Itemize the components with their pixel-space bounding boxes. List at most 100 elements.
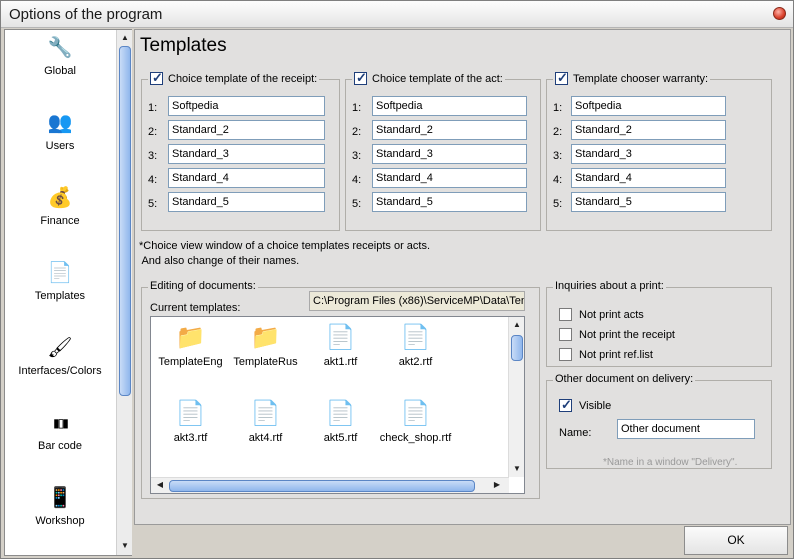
warranty-template-field-3[interactable]: Standard_3 (571, 144, 726, 164)
rtf-document-icon: 📄 (250, 400, 281, 427)
scroll-down-icon[interactable]: ▼ (511, 463, 523, 475)
sidebar-item-templates[interactable]: 📄 Templates (5, 260, 115, 302)
scroll-down-icon[interactable]: ▼ (119, 540, 131, 552)
scroll-up-icon[interactable]: ▲ (119, 32, 131, 44)
sidebar-item-interfaces-colors[interactable]: 🖌 Interfaces/Colors (5, 335, 115, 377)
inquiries-print-group: Inquiries about a print: Not print acts … (546, 280, 772, 367)
templates-path-field[interactable]: C:\Program Files (x86)\ServiceMP\Data\Te… (309, 291, 525, 311)
warranty-template-group: Template chooser warranty: 1: Softpedia … (546, 70, 772, 231)
act-template-legend: Choice template of the act: (352, 70, 505, 86)
scrollbar-thumb[interactable] (119, 46, 131, 396)
file-list-vertical-scrollbar[interactable]: ▲ ▼ (508, 317, 524, 477)
sidebar-item-users[interactable]: 👥 Users (5, 110, 115, 152)
sidebar-item-label: Users (45, 140, 75, 152)
inquiries-print-label: Inquiries about a print: (555, 280, 664, 292)
file-list-horizontal-scrollbar[interactable]: ◀ ▶ (151, 477, 509, 493)
file-name: akt2.rtf (398, 356, 433, 368)
folder-icon: 📁 (250, 324, 281, 351)
scroll-left-icon[interactable]: ◀ (154, 479, 166, 491)
sidebar-item-workshop[interactable]: 📱 Workshop (5, 485, 115, 527)
file-name: akt4.rtf (248, 432, 283, 444)
close-icon[interactable] (773, 7, 786, 20)
sidebar-item-label: Templates (34, 290, 86, 302)
file-item[interactable]: 📄 akt1.rtf (303, 323, 378, 368)
receipt-template-field-2[interactable]: Standard_2 (168, 120, 325, 140)
receipt-template-field-5[interactable]: Standard_5 (168, 192, 325, 212)
file-item[interactable]: 📄 akt5.rtf (303, 399, 378, 444)
warranty-template-checkbox[interactable] (555, 70, 568, 86)
sidebar-item-label: Bar code (37, 440, 83, 452)
sidebar-scrollbar[interactable]: ▲ ▼ (116, 30, 132, 555)
sidebar-item-finance[interactable]: 💰 Finance (5, 185, 115, 227)
not-print-receipt-option[interactable]: Not print the receipt (559, 328, 675, 341)
file-item[interactable]: 📄 akt4.rtf (228, 399, 303, 444)
option-label: Not print acts (579, 308, 644, 321)
not-print-acts-option[interactable]: Not print acts (559, 308, 644, 321)
file-item[interactable]: 📁 TemplateEng (153, 323, 228, 368)
row-number: 5: (553, 198, 563, 210)
visible-checkbox[interactable] (559, 397, 572, 413)
act-template-checkbox[interactable] (354, 70, 367, 86)
delivery-name-hint: *Name in a window "Delivery". (603, 457, 738, 468)
file-item[interactable]: 📄 akt2.rtf (378, 323, 453, 368)
act-template-group: Choice template of the act: 1: Softpedia… (345, 70, 541, 231)
sidebar-item-global[interactable]: 🔧 Global (5, 35, 115, 77)
receipt-template-checkbox[interactable] (150, 70, 163, 86)
row-number: 5: (352, 198, 362, 210)
receipt-template-legend: Choice template of the receipt: (148, 70, 320, 86)
warranty-template-field-2[interactable]: Standard_2 (571, 120, 726, 140)
users-icon: 👥 (47, 112, 73, 134)
row-number: 3: (148, 150, 158, 162)
file-name: check_shop.rtf (379, 432, 452, 444)
receipt-template-field-4[interactable]: Standard_4 (168, 168, 325, 188)
scrollbar-thumb[interactable] (169, 480, 475, 492)
templates-panel: Templates Choice template of the receipt… (134, 29, 791, 525)
scroll-up-icon[interactable]: ▲ (511, 319, 523, 331)
warranty-template-field-4[interactable]: Standard_4 (571, 168, 726, 188)
other-document-group: Other document on delivery: Visible Name… (546, 373, 772, 469)
scroll-right-icon[interactable]: ▶ (491, 479, 503, 491)
warranty-template-label: Template chooser warranty: (573, 72, 709, 85)
folder-icon: 📁 (175, 324, 206, 351)
row-number: 1: (352, 102, 362, 114)
receipt-template-field-3[interactable]: Standard_3 (168, 144, 325, 164)
not-print-acts-checkbox[interactable] (559, 308, 572, 321)
act-template-field-5[interactable]: Standard_5 (372, 192, 527, 212)
file-name: akt5.rtf (323, 432, 358, 444)
wrench-icon: 🔧 (47, 37, 73, 59)
file-item[interactable]: 📄 check_shop.rtf (378, 399, 453, 444)
warranty-template-field-5[interactable]: Standard_5 (571, 192, 726, 212)
sidebar-item-label: Workshop (35, 515, 85, 527)
act-template-field-3[interactable]: Standard_3 (372, 144, 527, 164)
rtf-document-icon: 📄 (175, 400, 206, 427)
act-template-field-4[interactable]: Standard_4 (372, 168, 527, 188)
file-name: akt1.rtf (323, 356, 358, 368)
visible-option[interactable]: Visible (559, 397, 611, 413)
money-icon: 💰 (47, 187, 73, 209)
inquiries-print-legend: Inquiries about a print: (553, 280, 666, 292)
act-template-field-1[interactable]: Softpedia (372, 96, 527, 116)
file-item[interactable]: 📄 akt3.rtf (153, 399, 228, 444)
row-number: 2: (352, 126, 362, 138)
sidebar-item-bar-code[interactable]: ▮▯▮ Bar code (5, 410, 115, 452)
receipt-template-field-1[interactable]: Softpedia (168, 96, 325, 116)
brush-icon: 🖌 (47, 337, 73, 359)
not-print-ref-list-checkbox[interactable] (559, 348, 572, 361)
not-print-ref-list-option[interactable]: Not print ref.list (559, 348, 653, 361)
file-item[interactable]: 📁 TemplateRus (228, 323, 303, 368)
page-title: Templates (140, 35, 227, 56)
row-number: 3: (352, 150, 362, 162)
barcode-icon: ▮▯▮ (53, 416, 69, 430)
options-window: Options of the program 🔧 Global 👥 Users … (0, 0, 794, 559)
warranty-template-legend: Template chooser warranty: (553, 70, 711, 86)
other-document-name-field[interactable]: Other document (617, 419, 755, 439)
warranty-template-field-1[interactable]: Softpedia (571, 96, 726, 116)
not-print-receipt-checkbox[interactable] (559, 328, 572, 341)
row-number: 1: (148, 102, 158, 114)
act-template-field-2[interactable]: Standard_2 (372, 120, 527, 140)
sidebar-item-label: Finance (40, 215, 80, 227)
note-icon: 📄 (47, 262, 73, 284)
scrollbar-thumb[interactable] (511, 335, 523, 361)
templates-file-list[interactable]: 📁 TemplateEng 📁 TemplateRus 📄 akt1.rtf 📄… (150, 316, 525, 494)
ok-button[interactable]: OK (684, 526, 788, 555)
